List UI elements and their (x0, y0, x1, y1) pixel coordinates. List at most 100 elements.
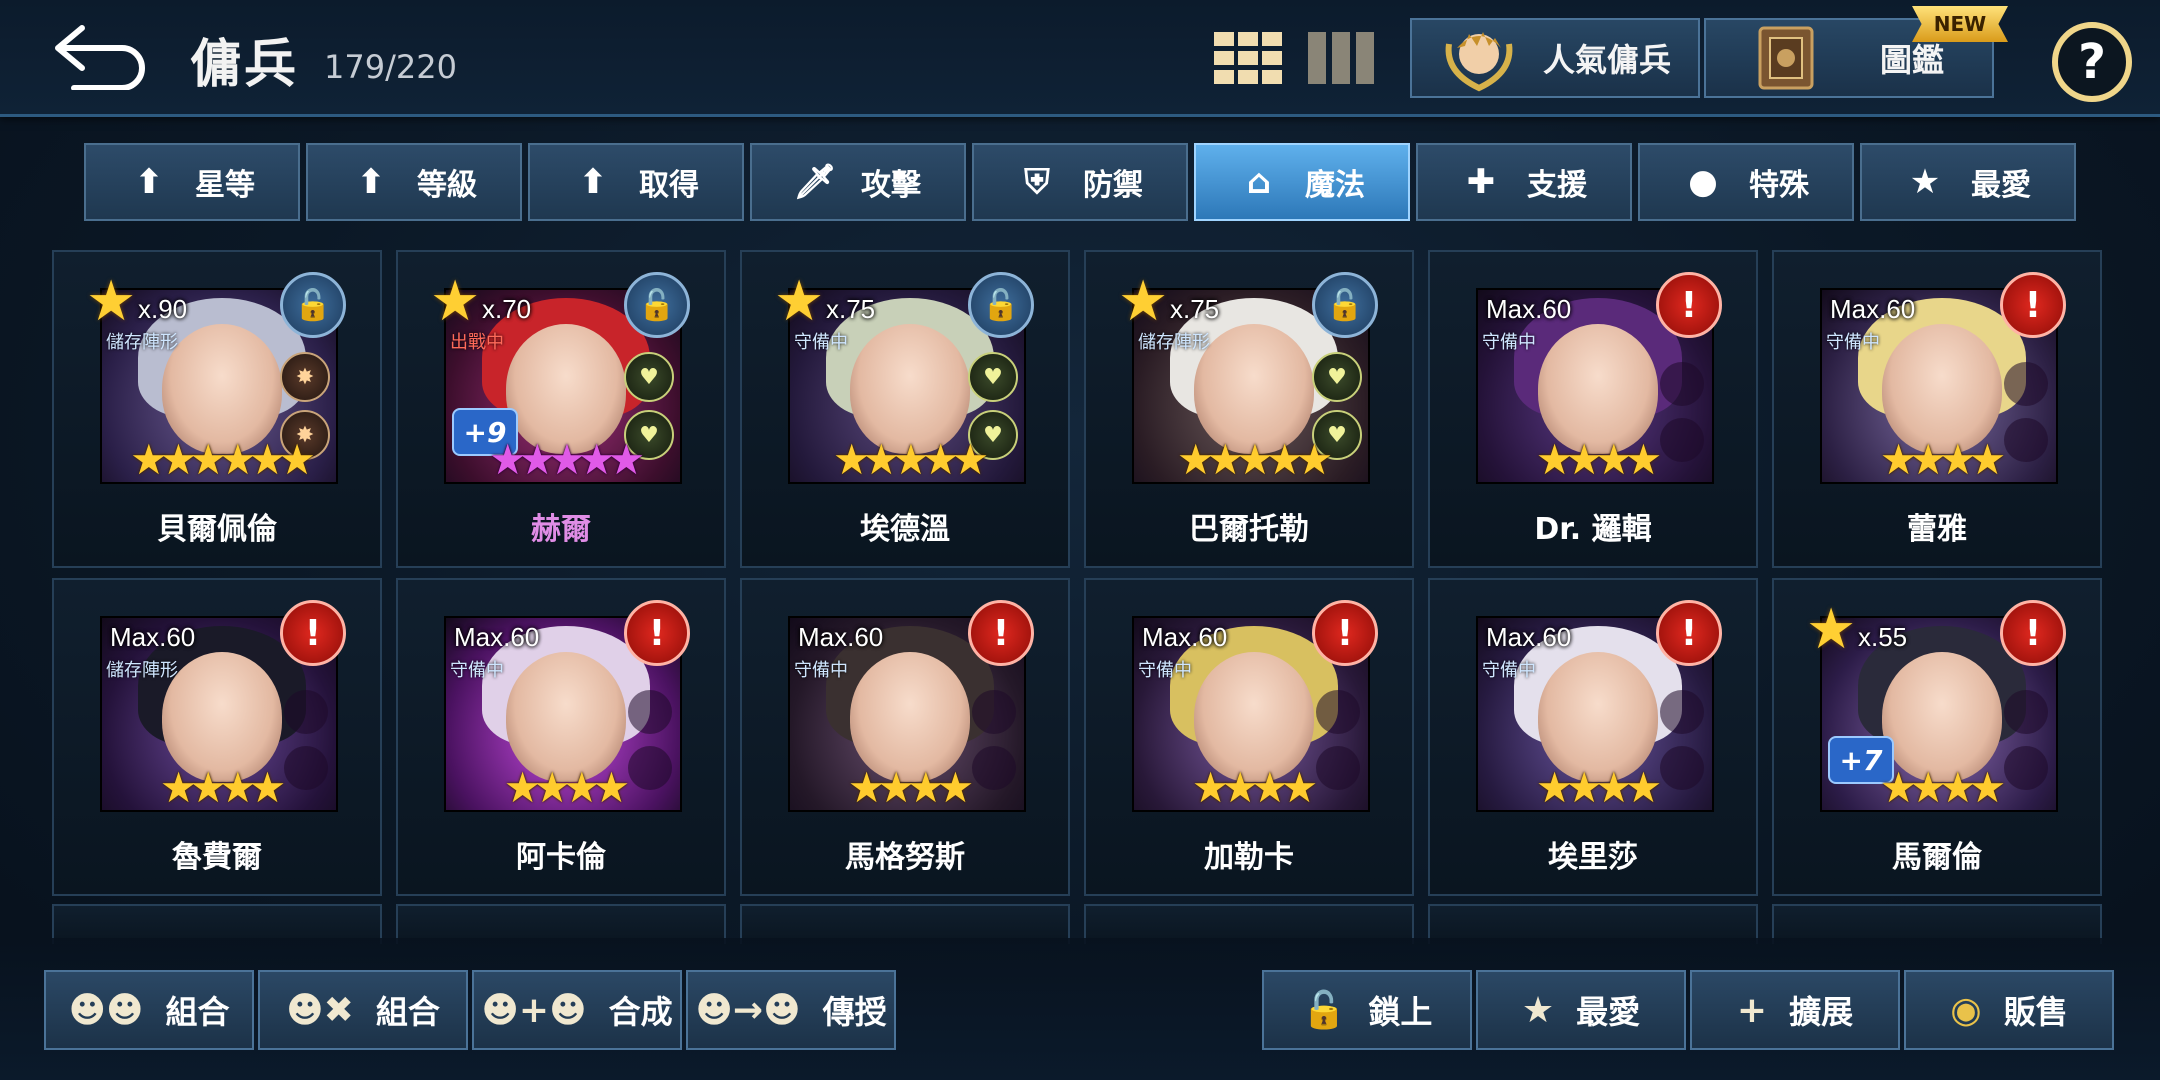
alert-icon[interactable]: ! (624, 600, 690, 666)
hero-card[interactable]: x.90 儲存陣形 ✸ ✸ ★★★★★★ ★ 🔓 貝爾佩倫 (52, 250, 382, 568)
action-button-1[interactable]: ☻✖ 組合 (258, 970, 468, 1050)
star-icon: ★ (1521, 989, 1555, 1031)
action-button-7[interactable]: ◉ 販售 (1904, 970, 2114, 1050)
filter-tab-label: 最愛 (1971, 168, 2031, 203)
help-button[interactable]: ? (2052, 22, 2132, 102)
hero-status: 守備中 (794, 660, 848, 681)
action-button-0[interactable]: ☻☻ 組合 (44, 970, 254, 1050)
action-button-label: 合成 (608, 993, 673, 1031)
filter-tab-label: 等級 (417, 168, 477, 203)
lock-icon[interactable]: 🔓 (968, 272, 1034, 338)
hero-card[interactable]: Max.60 守備中 ★★★★! 阿卡倫 (396, 578, 726, 896)
favorite-star-icon: ★ (1806, 597, 1857, 662)
arrow-up-icon: ⬆ (356, 162, 386, 202)
rune-slot-icon: ♥ (968, 352, 1018, 402)
hero-name: 馬爾倫 (1892, 840, 1982, 875)
filter-tab-label: 攻擊 (861, 168, 921, 203)
action-button-5[interactable]: ★ 最愛 (1476, 970, 1686, 1050)
hero-card[interactable]: Max.60 守備中 ★★★★! 加勒卡 (1084, 578, 1414, 896)
star-rating: ★★★★ (1535, 763, 1663, 812)
hero-card[interactable]: Max.60 儲存陣形 ★★★★! 魯費爾 (52, 578, 382, 896)
list-view-button[interactable] (1308, 32, 1378, 84)
filter-tab-0[interactable]: ⬆ 星等 (84, 143, 300, 221)
hero-card[interactable]: Max.60 守備中 ★★★★! 蕾雅 (1772, 250, 2102, 568)
filter-tab-2[interactable]: ⬆ 取得 (528, 143, 744, 221)
action-button-label: 擴展 (1789, 993, 1854, 1031)
hero-level: Max.60 (1142, 622, 1228, 652)
transfer-icon: ☻→☻ (695, 989, 801, 1031)
hero-name: 赫爾 (531, 512, 591, 547)
filter-tab-4[interactable]: ⛨ 防禦 (972, 143, 1188, 221)
hero-name: 加勒卡 (1204, 840, 1294, 875)
rune-slot-icon: ♥ (1312, 352, 1362, 402)
alert-icon[interactable]: ! (968, 600, 1034, 666)
hero-level: Max.60 (110, 622, 196, 652)
gold-coin-icon: ◉ (1950, 989, 1982, 1031)
grid-view-button[interactable] (1214, 32, 1284, 84)
hero-status: 守備中 (1138, 660, 1192, 681)
support-icon: ✚ (1466, 162, 1496, 202)
hero-card[interactable]: x.70 出戰中 +9 ♥ ♥ ★★★★★ ★ 🔓 赫爾 (396, 250, 726, 568)
favorite-star-icon: ★ (1118, 269, 1169, 334)
hero-level: Max.60 (1830, 294, 1916, 324)
alert-icon[interactable]: ! (2000, 600, 2066, 666)
lock-icon[interactable]: 🔓 (624, 272, 690, 338)
filter-tab-label: 防禦 (1083, 168, 1143, 203)
filter-tab-3[interactable]: 🗡 攻擊 (750, 143, 966, 221)
hero-count: 179/220 (324, 48, 457, 86)
star-rating: ★★★★★ (1176, 435, 1333, 484)
hero-status: 守備中 (450, 660, 504, 681)
star-rating: ★★★★ (1535, 435, 1663, 484)
hero-level: Max.60 (454, 622, 540, 652)
filter-tab-7[interactable]: ● 特殊 (1638, 143, 1854, 221)
hero-name: 埃德溫 (860, 512, 950, 547)
lock-icon[interactable]: 🔓 (1312, 272, 1378, 338)
star-icon: ★ (1909, 162, 1941, 202)
action-button-2[interactable]: ☻+☻ 合成 (472, 970, 682, 1050)
filter-tab-8[interactable]: ★ 最愛 (1860, 143, 2076, 221)
slime-icon: ● (1688, 162, 1718, 202)
action-button-6[interactable]: + 擴展 (1690, 970, 1900, 1050)
rune-slot-icon: ♥ (624, 352, 674, 402)
hero-status: 守備中 (1826, 332, 1880, 353)
hero-grid: x.90 儲存陣形 ✸ ✸ ★★★★★★ ★ 🔓 貝爾佩倫 x.70 出戰中 +9 ♥ ♥ ★★★★★ ★ 🔓… (0, 248, 2160, 938)
hero-card[interactable]: Max.60 守備中 ★★★★! 馬格努斯 (740, 578, 1070, 896)
hero-name: 馬格努斯 (845, 840, 965, 875)
filter-tab-5[interactable]: ⌂ 魔法 (1194, 143, 1410, 221)
filter-tab-1[interactable]: ⬆ 等級 (306, 143, 522, 221)
star-rating: ★★★★★ (832, 435, 989, 484)
action-button-label: 傳授 (822, 993, 887, 1031)
hero-card[interactable]: x.75 守備中 ♥ ♥ ★★★★★ ★ 🔓 埃德溫 (740, 250, 1070, 568)
star-rating: ★★★★ (159, 763, 287, 812)
hero-card[interactable]: Max.60 守備中 ★★★★! 埃里莎 (1428, 578, 1758, 896)
hero-level: Max.60 (1486, 294, 1572, 324)
action-button-4[interactable]: 🔓 鎖上 (1262, 970, 1472, 1050)
filter-tab-label: 魔法 (1305, 168, 1365, 203)
action-button-label: 最愛 (1576, 993, 1641, 1031)
lock-icon[interactable]: 🔓 (280, 272, 346, 338)
lock-icon: 🔓 (1301, 990, 1347, 1031)
hero-card[interactable]: x.75 儲存陣形 ♥ ♥ ★★★★★ ★ 🔓 巴爾托勒 (1084, 250, 1414, 568)
action-button-3[interactable]: ☻→☻ 傳授 (686, 970, 896, 1050)
alert-icon[interactable]: ! (1656, 272, 1722, 338)
star-rating: ★★★★ (847, 763, 975, 812)
alert-icon[interactable]: ! (280, 600, 346, 666)
hero-card[interactable]: Max.60 守備中 ★★★★! Dr. 邏輯 (1428, 250, 1758, 568)
filter-tab-6[interactable]: ✚ 支援 (1416, 143, 1632, 221)
favorite-star-icon: ★ (774, 269, 825, 334)
hero-status: 守備中 (1482, 332, 1536, 353)
sword-icon: 🗡 (793, 162, 837, 202)
hero-name: 阿卡倫 (516, 840, 606, 875)
alert-icon[interactable]: ! (1656, 600, 1722, 666)
alert-icon[interactable]: ! (2000, 272, 2066, 338)
back-button[interactable] (52, 20, 152, 91)
popular-heroes-label: 人氣傭兵 (1542, 41, 1671, 79)
hero-status: 守備中 (1482, 660, 1536, 681)
hero-card[interactable]: x.55 +7 ★★★★ ★! 馬爾倫 (1772, 578, 2102, 896)
hero-name: 蕾雅 (1907, 512, 1967, 547)
alert-icon[interactable]: ! (1312, 600, 1378, 666)
plus-icon: + (1736, 989, 1768, 1031)
popular-heroes-button[interactable]: 人氣傭兵 (1410, 18, 1700, 98)
star-rating: ★★★★ (1191, 763, 1319, 812)
hero-name: 巴爾托勒 (1189, 512, 1309, 547)
